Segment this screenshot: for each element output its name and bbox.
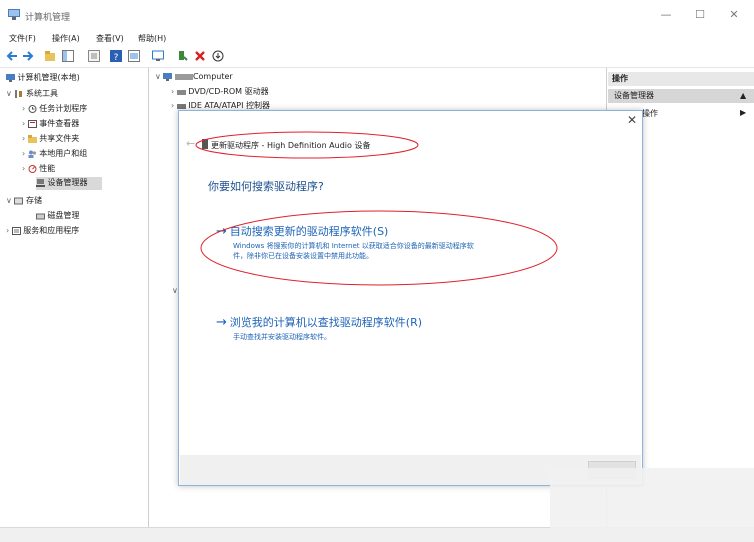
annotation-ellipse-header xyxy=(195,131,419,159)
annotation-ellipse-auto-search xyxy=(200,210,558,286)
blurred-watermark xyxy=(550,468,754,528)
annotation-layer xyxy=(195,131,558,286)
